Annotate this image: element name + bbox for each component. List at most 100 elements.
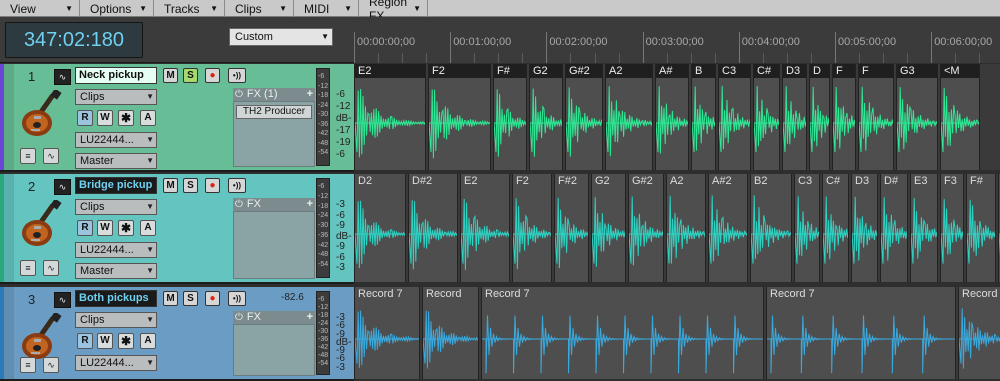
add-fx-icon[interactable]: + — [307, 311, 313, 323]
power-icon[interactable]: ⏻ — [235, 89, 243, 100]
audio-clip[interactable]: Record 7 — [354, 287, 420, 379]
track-select-strip[interactable] — [4, 174, 14, 282]
mute-button[interactable]: M — [163, 291, 178, 306]
audio-clip[interactable]: Record 7 — [766, 287, 956, 379]
time-display[interactable]: 347:02:180 — [5, 22, 143, 58]
track-select-strip[interactable] — [4, 287, 14, 379]
record-arm-button[interactable]: ● — [205, 68, 220, 83]
add-fx-icon[interactable]: + — [307, 198, 313, 210]
add-fx-icon[interactable]: + — [307, 88, 313, 100]
audio-clip[interactable]: G#2 — [565, 64, 603, 170]
power-icon[interactable]: ⏻ — [235, 312, 243, 323]
arm-automation-button[interactable]: A — [140, 110, 156, 126]
automation-lane-icon[interactable]: ∿ — [43, 357, 59, 373]
track-name[interactable]: Both pickups — [75, 290, 157, 307]
clip-lane-2[interactable]: D2D#2E2F2F#2G2G#2A2A#2B2C3C#D3D#E3F3F#G3 — [354, 174, 1000, 282]
audio-clip[interactable]: A# — [655, 64, 689, 170]
track-1[interactable]: 1 ∿ Neck pickup M S ● •)) Clips ▼ R W ✱ A LU22444... ▼… — [0, 64, 354, 172]
input-dropdown[interactable]: LU22444... ▼ — [75, 355, 157, 371]
menu-options[interactable]: Options ▼ — [80, 0, 154, 17]
write-automation-button[interactable]: W — [97, 110, 113, 126]
output-dropdown[interactable]: Master ▼ — [75, 263, 157, 279]
clips-dropdown[interactable]: Clips ▼ — [75, 199, 157, 215]
fx-plugin[interactable]: TH2 Producer — [236, 105, 312, 119]
audio-clip[interactable]: F# — [966, 174, 996, 282]
clips-dropdown[interactable]: Clips ▼ — [75, 312, 157, 328]
input-echo-button[interactable]: •)) — [228, 178, 246, 193]
audio-clip[interactable]: C# — [753, 64, 780, 170]
audio-clip[interactable]: C3 — [794, 174, 820, 282]
snapshot-button[interactable]: ✱ — [118, 333, 134, 349]
snapshot-button[interactable]: ✱ — [118, 110, 134, 126]
audio-clip[interactable]: F — [858, 64, 894, 170]
clip-lane-1[interactable]: E2 F2 F# G2 G#2 A2 A# B C3 C# D3 D F F G3 <M — [354, 64, 1000, 170]
track-name[interactable]: Neck pickup — [75, 67, 157, 84]
audio-clip[interactable]: G2 — [591, 174, 626, 282]
audio-clip[interactable]: E2 — [460, 174, 510, 282]
input-dropdown[interactable]: LU22444... ▼ — [75, 242, 157, 258]
track-2[interactable]: 2 ∿ Bridge pickup M S ● •)) Clips ▼ R W ✱ A LU22444..… — [0, 174, 354, 284]
fx-bin-header[interactable]: ⏻ FX (1) + — [233, 88, 315, 101]
automation-lane-icon[interactable]: ∿ — [43, 148, 59, 164]
layout-select[interactable]: Custom ▼ — [229, 28, 333, 46]
audio-clip[interactable]: D3 — [782, 64, 807, 170]
input-echo-button[interactable]: •)) — [228, 291, 246, 306]
audio-clip[interactable]: <M — [940, 64, 980, 170]
audio-clip[interactable]: A2 — [666, 174, 706, 282]
clips-dropdown[interactable]: Clips ▼ — [75, 89, 157, 105]
audio-clip[interactable]: F#2 — [554, 174, 589, 282]
write-automation-button[interactable]: W — [97, 220, 113, 236]
audio-clip[interactable]: D#2 — [408, 174, 458, 282]
audio-clip[interactable]: D — [809, 64, 830, 170]
audio-clip[interactable]: D3 — [851, 174, 878, 282]
audio-clip[interactable]: B — [691, 64, 716, 170]
power-icon[interactable]: ⏻ — [235, 199, 243, 210]
menu-region-fx[interactable]: Region FX ▼ — [359, 0, 428, 23]
fx-bin[interactable] — [233, 324, 315, 376]
track-settings-icon[interactable]: ≡ — [20, 148, 36, 164]
track-settings-icon[interactable]: ≡ — [20, 357, 36, 373]
audio-clip[interactable]: F2 — [512, 174, 552, 282]
audio-clip[interactable]: C3 — [718, 64, 751, 170]
mute-button[interactable]: M — [163, 178, 178, 193]
fx-bin-header[interactable]: ⏻ FX + — [233, 311, 315, 324]
audio-clip[interactable]: Record 7 — [958, 287, 1000, 379]
audio-clip[interactable]: C# — [822, 174, 849, 282]
audio-clip[interactable]: E2 — [354, 64, 426, 170]
audio-clip[interactable]: F2 — [428, 64, 491, 170]
track-select-strip[interactable] — [4, 64, 14, 170]
clip-lane-3[interactable]: Record 7 Record Record 7 Record 7 Record 7 — [354, 287, 1000, 379]
audio-clip[interactable]: Record — [422, 287, 479, 379]
audio-clip[interactable]: F# — [493, 64, 527, 170]
audio-clip[interactable]: F — [832, 64, 856, 170]
menu-midi[interactable]: MIDI ▼ — [294, 0, 359, 17]
audio-clip[interactable]: F3 — [940, 174, 964, 282]
input-dropdown[interactable]: LU22444... ▼ — [75, 132, 157, 148]
automation-lane-icon[interactable]: ∿ — [43, 260, 59, 276]
write-automation-button[interactable]: W — [97, 333, 113, 349]
solo-button[interactable]: S — [183, 68, 198, 83]
audio-clip[interactable]: A2 — [605, 64, 653, 170]
audio-clip[interactable]: B2 — [750, 174, 792, 282]
audio-clip[interactable]: D2 — [354, 174, 406, 282]
track-settings-icon[interactable]: ≡ — [20, 260, 36, 276]
track-3[interactable]: 3 ∿ Both pickups M S ● •)) -82.6 Clips ▼ R W ✱ A LU224… — [0, 287, 354, 381]
read-automation-button[interactable]: R — [77, 220, 93, 236]
read-automation-button[interactable]: R — [77, 333, 93, 349]
audio-clip[interactable]: D# — [880, 174, 908, 282]
fx-bin[interactable] — [233, 211, 315, 279]
record-arm-button[interactable]: ● — [205, 178, 220, 193]
audio-clip[interactable]: E3 — [910, 174, 938, 282]
output-dropdown[interactable]: Master ▼ — [75, 153, 157, 169]
audio-clip[interactable]: A#2 — [708, 174, 748, 282]
fx-bin-header[interactable]: ⏻ FX + — [233, 198, 315, 211]
track-name[interactable]: Bridge pickup — [75, 177, 157, 194]
record-arm-button[interactable]: ● — [205, 291, 220, 306]
input-echo-button[interactable]: •)) — [228, 68, 246, 83]
audio-clip[interactable]: G3 — [896, 64, 938, 170]
read-automation-button[interactable]: R — [77, 110, 93, 126]
mute-button[interactable]: M — [163, 68, 178, 83]
solo-button[interactable]: S — [183, 291, 198, 306]
menu-view[interactable]: View ▼ — [0, 0, 80, 17]
arm-automation-button[interactable]: A — [140, 333, 156, 349]
